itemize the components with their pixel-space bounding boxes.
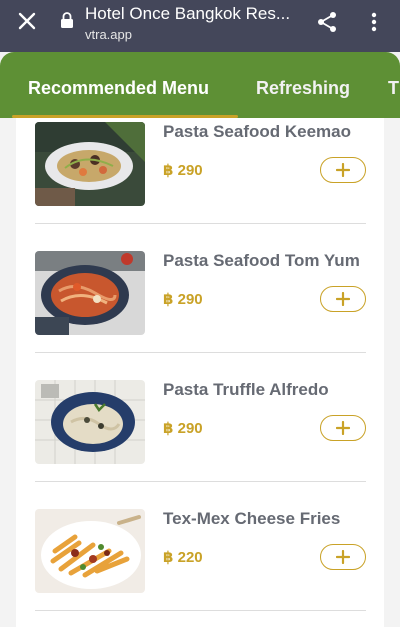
- category-tab-bar: Recommended Menu Refreshing T: [0, 52, 400, 118]
- tab-next-category[interactable]: T: [388, 78, 399, 99]
- add-button[interactable]: [320, 544, 366, 570]
- dish-name: Pasta Truffle Alfredo: [163, 380, 329, 399]
- more-options-icon[interactable]: [364, 10, 384, 34]
- share-icon[interactable]: [315, 10, 339, 34]
- dish-image: [35, 251, 145, 335]
- add-button[interactable]: [320, 286, 366, 312]
- tab-recommended-menu[interactable]: Recommended Menu: [28, 78, 209, 99]
- menu-item[interactable]: Tex-Mex Cheese Fries ฿ 220: [16, 482, 384, 611]
- dish-price: ฿ 220: [163, 549, 203, 566]
- browser-toolbar: Hotel Once Bangkok Res... vtra.app: [0, 0, 400, 52]
- dish-name: Pasta Seafood Tom Yum: [163, 251, 360, 270]
- tab-refreshing[interactable]: Refreshing: [256, 78, 350, 99]
- browser-page-title: Hotel Once Bangkok Res...: [85, 4, 291, 23]
- dish-image: [35, 509, 145, 593]
- dish-image: [35, 122, 145, 206]
- dish-name: Tex-Mex Cheese Fries: [163, 509, 341, 528]
- close-icon[interactable]: [16, 10, 38, 32]
- menu-list: Pasta Seafood Keemao ฿ 290 Pasta Seafood…: [16, 118, 384, 627]
- dish-name: Pasta Seafood Keemao: [163, 122, 352, 141]
- dish-price: ฿ 290: [163, 420, 203, 437]
- plus-icon: [336, 550, 350, 564]
- plus-icon: [336, 292, 350, 306]
- menu-item[interactable]: Pasta Seafood Keemao ฿ 290: [16, 118, 384, 224]
- dish-image: [35, 380, 145, 464]
- menu-item[interactable]: Pasta Seafood Tom Yum ฿ 290: [16, 224, 384, 353]
- add-button[interactable]: [320, 157, 366, 183]
- menu-item[interactable]: Pasta Truffle Alfredo ฿ 290: [16, 353, 384, 482]
- lock-icon: [61, 12, 73, 28]
- dish-price: ฿ 290: [163, 162, 203, 179]
- plus-icon: [336, 421, 350, 435]
- plus-icon: [336, 163, 350, 177]
- browser-url[interactable]: vtra.app: [85, 27, 132, 42]
- item-divider: [35, 610, 366, 611]
- dish-price: ฿ 290: [163, 291, 203, 308]
- add-button[interactable]: [320, 415, 366, 441]
